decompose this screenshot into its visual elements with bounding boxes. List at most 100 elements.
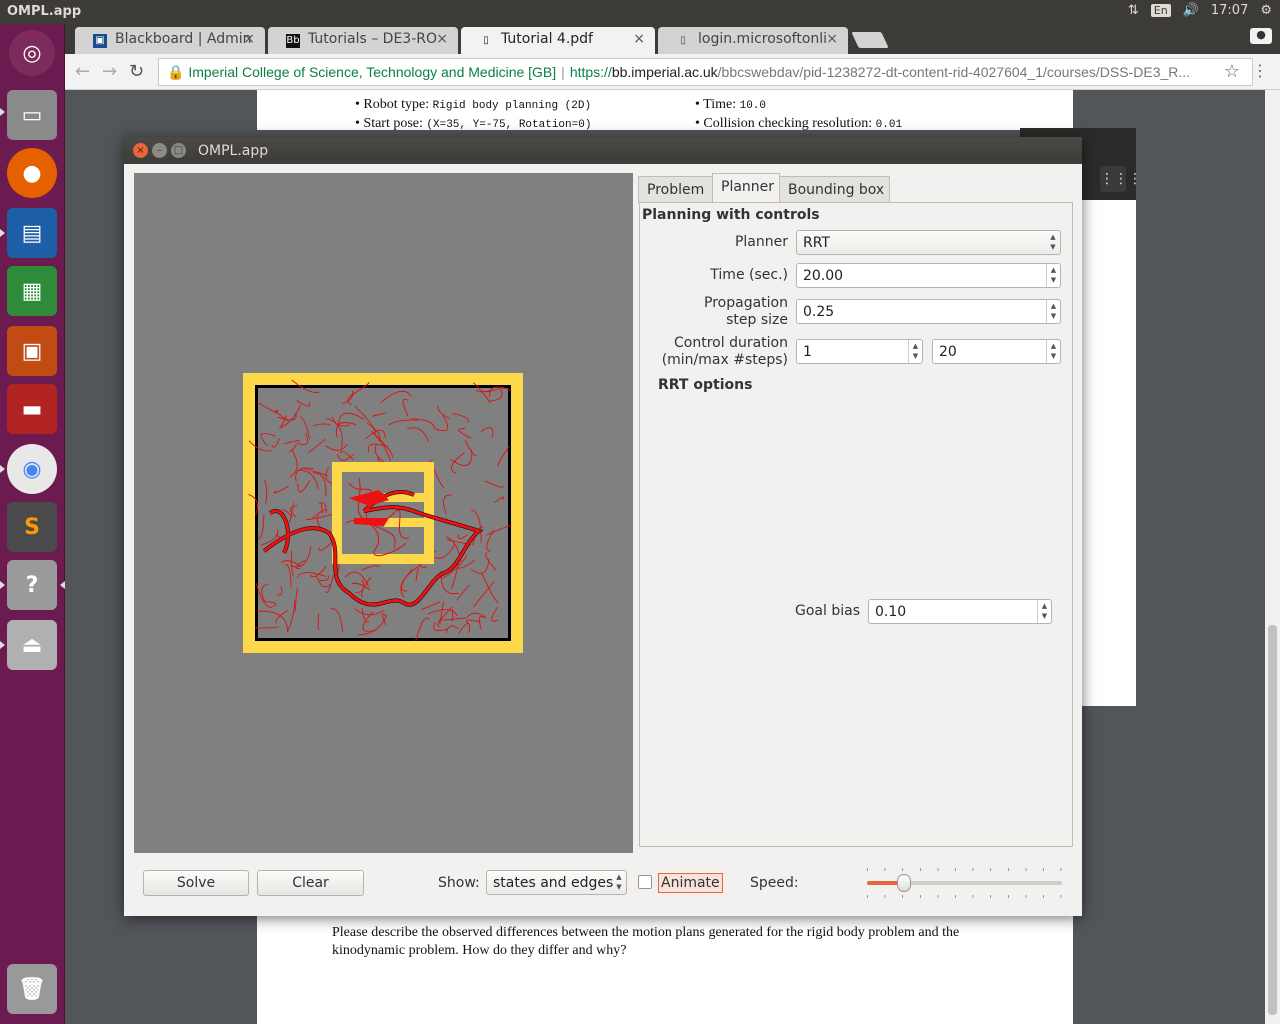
files-icon[interactable]: ▭: [7, 90, 57, 140]
tab-blackboard[interactable]: ▣ Blackboard | Admin ×: [75, 27, 265, 54]
tab-title: login.microsoftonli: [698, 31, 828, 47]
speed-label: Speed:: [750, 875, 799, 891]
time-label: Time (sec.): [710, 267, 788, 283]
bullet-value: (X=35, Y=-75, Rotation=0): [426, 119, 592, 131]
app-grid-icon[interactable]: ⋮⋮⋮: [1100, 166, 1142, 192]
bb-icon: Bb: [286, 34, 300, 48]
new-tab-button[interactable]: [851, 32, 889, 48]
vertical-scrollbar[interactable]: [1265, 90, 1280, 1024]
goal-bias-label: Goal bias: [795, 603, 860, 619]
forward-icon[interactable]: →: [102, 61, 117, 82]
bullet-list-right: • Time: 10.0 • Collision checking resolu…: [695, 96, 902, 134]
animate-checkbox[interactable]: [638, 875, 652, 889]
spin-arrows-icon[interactable]: ▲ ▼: [1037, 600, 1051, 623]
spin-arrows-icon[interactable]: ▲ ▼: [1046, 300, 1060, 323]
running-indicator: [0, 641, 5, 649]
propagation-spinbox[interactable]: 0.25 ▲ ▼: [796, 299, 1061, 324]
control-duration-label-line1: Control duration: [674, 335, 788, 351]
tab-tutorial-pdf[interactable]: ▯ Tutorial 4.pdf ×: [461, 27, 655, 54]
spin-arrows-icon[interactable]: ▲ ▼: [908, 340, 922, 363]
time-value: 20.00: [803, 268, 844, 284]
close-tab-icon[interactable]: ×: [633, 31, 645, 47]
scrollbar-thumb[interactable]: [1268, 625, 1277, 1015]
time-spinbox[interactable]: 20.00 ▲ ▼: [796, 263, 1061, 288]
planner-label: Planner: [734, 234, 788, 250]
slider-handle[interactable]: [897, 874, 911, 892]
goal-bias-value: 0.10: [875, 604, 907, 620]
control-max-value: 20: [939, 344, 957, 360]
profile-icon[interactable]: ●: [1250, 28, 1272, 44]
bullet-item: • Time: 10.0: [695, 97, 767, 112]
trash-icon[interactable]: 🗑: [7, 964, 57, 1014]
bullet-value: Rigid body planning (2D): [432, 100, 592, 112]
back-icon[interactable]: ←: [75, 61, 90, 82]
panel-heading: Planning with controls: [642, 207, 820, 223]
bullet-item: • Start pose: (X=35, Y=-75, Rotation=0): [355, 116, 592, 131]
clear-button[interactable]: Clear: [257, 870, 364, 896]
gear-icon[interactable]: ⚙: [1260, 3, 1272, 18]
minimize-window-icon[interactable]: –: [152, 143, 167, 158]
impress-icon[interactable]: ▣: [7, 326, 57, 376]
tab-title: Tutorials – DE3-RO: [308, 31, 437, 47]
tab-microsoft-login[interactable]: ▯ login.microsoftonli ×: [658, 27, 848, 54]
show-label: Show:: [438, 875, 480, 891]
spin-arrows-icon[interactable]: ▲ ▼: [1046, 264, 1060, 287]
close-tab-icon[interactable]: ×: [436, 31, 448, 47]
planner-select[interactable]: RRT ▲ ▼: [796, 230, 1061, 255]
maximize-window-icon[interactable]: □: [171, 143, 186, 158]
tab-title: Blackboard | Admin: [115, 31, 252, 47]
animate-label[interactable]: Animate: [658, 873, 723, 893]
bookmark-star-icon[interactable]: ☆: [1224, 61, 1240, 82]
combo-arrows-icon: ▲ ▼: [616, 873, 622, 891]
planner-panel: Planning with controls Planner RRT ▲ ▼ Ti…: [639, 202, 1073, 847]
tab-planner[interactable]: Planner: [712, 173, 780, 203]
lock-icon: 🔒: [167, 64, 185, 80]
keyboard-layout-indicator[interactable]: En: [1150, 4, 1171, 17]
url-path: /bbcswebdav/pid-1238272-dt-content-rid-4…: [717, 64, 1191, 80]
help-icon[interactable]: ?: [7, 560, 57, 610]
active-app-title: OMPL.app: [7, 4, 82, 19]
show-select[interactable]: states and edges ▲ ▼: [486, 870, 627, 895]
url-host: bb.imperial.ac.uk: [611, 64, 718, 80]
clock[interactable]: 17:07: [1211, 3, 1248, 18]
planning-viewport[interactable]: [134, 173, 633, 853]
close-tab-icon[interactable]: ×: [826, 31, 838, 47]
speed-slider[interactable]: [867, 868, 1062, 898]
sublime-text-icon[interactable]: S: [7, 502, 57, 552]
control-max-spinbox[interactable]: 20 ▲ ▼: [932, 339, 1061, 364]
question-text: Please describe the observed differences…: [332, 925, 960, 958]
bullet-item: • Robot type: Rigid body planning (2D): [355, 97, 592, 112]
browser-toolbar: ← → ↻ 🔒 Imperial College of Science, Tec…: [65, 54, 1280, 90]
planner-value: RRT: [803, 235, 830, 251]
reload-icon[interactable]: ↻: [129, 61, 144, 82]
menu-dots-icon[interactable]: ⋮: [1252, 61, 1268, 80]
slider-ticks-bottom: [867, 895, 1062, 898]
calc-icon[interactable]: ▦: [7, 266, 57, 316]
control-min-value: 1: [803, 344, 812, 360]
tab-problem[interactable]: Problem: [638, 176, 713, 203]
bullet-label: Collision checking resolution:: [703, 116, 873, 131]
spin-arrows-icon[interactable]: ▲ ▼: [1046, 340, 1060, 363]
blackboard-icon: ▣: [93, 34, 107, 48]
volume-icon[interactable]: 🔊: [1183, 3, 1199, 18]
tab-bounding-box[interactable]: Bounding box: [779, 176, 890, 203]
solve-button[interactable]: Solve: [143, 870, 249, 896]
address-bar[interactable]: 🔒 Imperial College of Science, Technolog…: [158, 58, 1253, 86]
tab-tutorials[interactable]: Bb Tutorials – DE3-RO ×: [268, 27, 458, 54]
show-value: states and edges: [493, 875, 614, 891]
goal-bias-spinbox[interactable]: 0.10 ▲ ▼: [868, 599, 1052, 624]
close-tab-icon[interactable]: ×: [243, 31, 255, 47]
bullet-item: • Collision checking resolution: 0.01: [695, 116, 903, 131]
firefox-icon[interactable]: ●: [7, 148, 57, 198]
bullet-value: 10.0: [739, 100, 767, 112]
ubuntu-dash-icon[interactable]: ◎: [9, 30, 55, 76]
writer-icon[interactable]: ▤: [7, 208, 57, 258]
control-min-spinbox[interactable]: 1 ▲ ▼: [796, 339, 923, 364]
terminal-icon[interactable]: ▬: [7, 384, 57, 434]
close-window-icon[interactable]: ×: [133, 143, 148, 158]
usb-drive-icon[interactable]: ⏏: [7, 620, 57, 670]
network-icon[interactable]: ⇅: [1128, 3, 1139, 18]
bullet-label: Start pose:: [363, 116, 423, 131]
chrome-icon[interactable]: ◉: [7, 444, 57, 494]
inner-obstacle-prong-lower: [384, 518, 434, 527]
